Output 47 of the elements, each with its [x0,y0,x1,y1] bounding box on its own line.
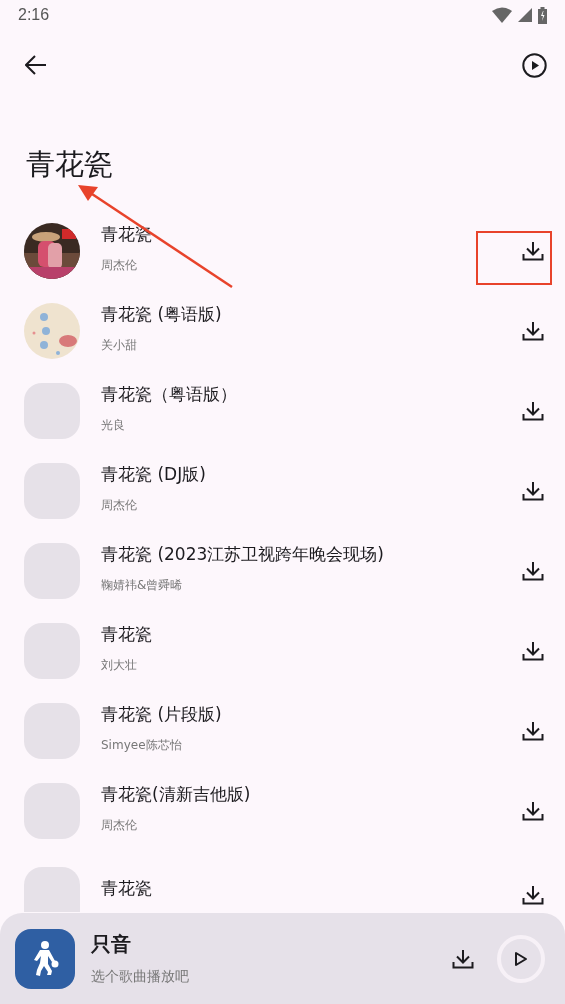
download-icon [522,801,544,821]
song-item[interactable]: 青花瓷 刘大壮 [0,611,565,691]
page-title: 青花瓷 [26,146,114,183]
song-item[interactable]: 青花瓷 (片段版) Simyee陈芯怡 [0,691,565,771]
app-logo-icon [15,928,75,989]
song-artist: 周杰伦 [101,497,138,513]
song-title: 青花瓷 (粤语版) [101,303,223,325]
player-title: 只音 [91,931,132,956]
download-icon [522,321,544,341]
song-item[interactable]: 青花瓷(清新吉他版) 周杰伦 [0,771,565,851]
back-icon[interactable] [25,55,47,75]
download-icon [522,241,544,261]
download-icon [522,561,544,581]
mini-player[interactable]: 只音 选个歌曲播放吧 [0,913,565,1004]
status-time: 2:16 [18,6,50,24]
play-icon [514,950,528,967]
song-item[interactable]: 青花瓷 [0,851,565,912]
download-icon [522,721,544,741]
song-artist: 关小甜 [101,337,138,353]
song-title: 青花瓷 [101,877,153,899]
song-item[interactable]: 青花瓷 (DJ版) 周杰伦 [0,451,565,531]
play-icon[interactable] [522,52,547,78]
download-icon [522,641,544,661]
song-title: 青花瓷 (2023江苏卫视跨年晚会现场) [101,543,385,565]
download-icon [522,481,544,501]
song-artist: 周杰伦 [101,257,138,273]
wifi-icon [492,7,512,23]
song-artist: Simyee陈芯怡 [101,737,183,753]
song-artist: 鞠婧祎&曾舜晞 [101,577,184,593]
song-item[interactable]: 青花瓷 (2023江苏卫视跨年晚会现场) 鞠婧祎&曾舜晞 [0,531,565,611]
play-button[interactable] [497,934,545,983]
song-item[interactable]: 青花瓷（粤语版） 光良 [0,371,565,451]
song-title: 青花瓷(清新吉他版) [101,783,252,805]
song-item[interactable]: 青花瓷 (粤语版) 关小甜 [0,291,565,371]
song-artist: 周杰伦 [101,817,138,833]
player-subtitle: 选个歌曲播放吧 [91,967,190,986]
song-title: 青花瓷（粤语版） [101,383,238,405]
song-title: 青花瓷 (片段版) [101,703,223,725]
song-artist: 光良 [101,417,126,433]
battery-icon [538,6,547,24]
song-title: 青花瓷 [101,623,153,645]
signal-icon [518,8,532,22]
download-icon [522,885,544,905]
song-artist: 刘大壮 [101,657,138,673]
download-icon [452,948,474,969]
download-icon [522,401,544,421]
song-title: 青花瓷 (DJ版) [101,463,207,485]
